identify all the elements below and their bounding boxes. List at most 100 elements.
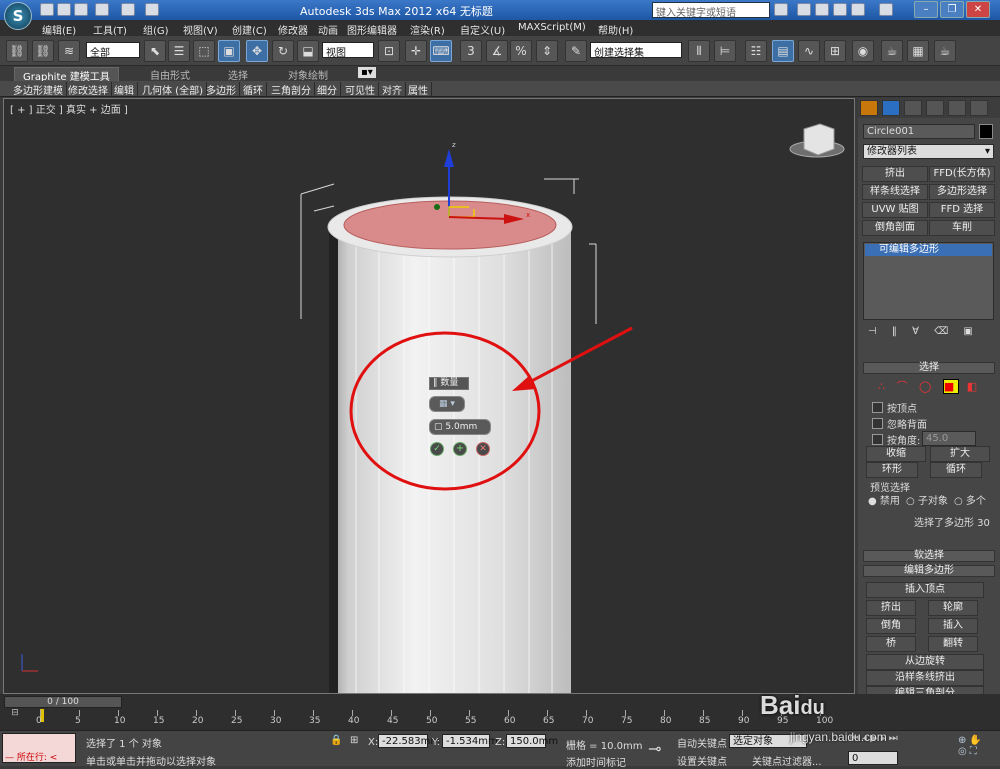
by-vertex-checkbox[interactable]: 按顶点	[872, 400, 917, 415]
add-time-tag[interactable]: 添加时间标记	[566, 754, 626, 769]
snap-toggle-icon[interactable]: 3	[460, 40, 482, 62]
render-setup-icon[interactable]: ☕	[881, 40, 903, 62]
angle-snap-icon[interactable]: ∡	[486, 40, 508, 62]
graphite-toggle-icon[interactable]: ▤	[772, 40, 794, 62]
extrude-modifier-button[interactable]: 挤出	[862, 166, 928, 182]
panel-subdivision[interactable]: 细分	[314, 82, 341, 97]
ring-button[interactable]: 环形	[866, 462, 918, 478]
menu-customize[interactable]: 自定义(U)	[460, 22, 505, 37]
current-frame-field[interactable]: 0	[848, 751, 898, 765]
object-color-swatch[interactable]	[979, 124, 993, 139]
minimize-button[interactable]: –	[914, 1, 938, 18]
modifier-list-dropdown[interactable]: 修改器列表 ▾	[863, 144, 994, 159]
ffd-box-button[interactable]: FFD(长方体)	[929, 166, 995, 182]
absolute-mode-icon[interactable]: ⊞	[350, 735, 358, 746]
create-tab-icon[interactable]	[860, 100, 878, 116]
caddy-type-dropdown[interactable]: ▦ ▾	[429, 396, 465, 412]
link-icon[interactable]: ⛓	[6, 40, 28, 62]
spline-select-button[interactable]: 样条线选择	[862, 184, 928, 200]
cylinder-body[interactable]	[329, 227, 571, 694]
tab-object-paint[interactable]: 对象绘制	[280, 67, 336, 82]
flip-button[interactable]: 翻转	[928, 636, 978, 652]
extrude-button[interactable]: 挤出	[866, 600, 916, 616]
angle-value-field[interactable]: 45.0	[922, 431, 976, 446]
ref-coord-dropdown[interactable]: 视图	[322, 42, 374, 59]
caddy-amount-field[interactable]: ▢ 5.0mm	[429, 419, 491, 435]
menu-tools[interactable]: 工具(T)	[93, 22, 127, 37]
rectangular-selection-icon[interactable]: ⬚	[193, 40, 215, 62]
rotate-icon[interactable]: ↻	[272, 40, 294, 62]
menu-maxscript[interactable]: MAXScript(M)	[518, 22, 586, 33]
new-file-icon[interactable]	[40, 3, 54, 16]
menu-animation[interactable]: 动画	[318, 22, 338, 37]
align-icon[interactable]: ⊨	[714, 40, 736, 62]
maxscript-listener[interactable]: — 所在行: <	[2, 733, 76, 763]
perspective-viewport[interactable]: [ + ] 正交 ] 真实 + 边面 ] z x ‖ 数量 ▦ ▾ ▢ 5.0m…	[3, 98, 855, 694]
x-coordinate-field[interactable]: -22.583mm	[378, 734, 440, 748]
panel-poly-modeling[interactable]: 多边形建模	[10, 82, 67, 97]
caddy-apply-icon[interactable]: +	[453, 442, 467, 456]
quick-access-dropdown-icon[interactable]	[145, 3, 159, 16]
lock-selection-icon[interactable]: 🔒	[330, 735, 342, 746]
star-icon[interactable]	[797, 3, 811, 16]
named-selection-dropdown[interactable]: 创建选择集	[590, 42, 682, 59]
hierarchy-tab-icon[interactable]	[904, 100, 922, 116]
panel-visibility[interactable]: 可见性	[342, 82, 379, 97]
schematic-view-icon[interactable]: ⊞	[824, 40, 846, 62]
pivot-center-icon[interactable]: ⊡	[378, 40, 400, 62]
object-name-field[interactable]: Circle001	[863, 124, 975, 139]
undo-icon[interactable]	[95, 3, 109, 16]
tools-icon[interactable]	[815, 3, 829, 16]
uvw-map-button[interactable]: UVW 贴图	[862, 202, 928, 218]
menu-edit[interactable]: 编辑(E)	[42, 22, 76, 37]
bevel-button[interactable]: 倒角	[866, 618, 916, 634]
help-icon[interactable]	[879, 3, 893, 16]
bevel-profile-button[interactable]: 倒角剖面	[862, 220, 928, 236]
motion-tab-icon[interactable]	[926, 100, 944, 116]
panel-loops[interactable]: 循环	[240, 82, 267, 97]
soft-selection-rollout-header[interactable]: 软选择	[863, 550, 995, 562]
keyboard-shortcut-icon[interactable]: ⌨	[430, 40, 452, 62]
menu-create[interactable]: 创建(C)	[232, 22, 267, 37]
insert-vertex-button[interactable]: 插入顶点	[866, 582, 984, 598]
tab-freeform[interactable]: 自由形式	[142, 67, 198, 82]
menu-graph-editors[interactable]: 图形编辑器	[347, 22, 397, 37]
modify-tab-icon[interactable]	[882, 100, 900, 116]
select-rollout-header[interactable]: 选择	[863, 362, 995, 374]
caddy-cancel-icon[interactable]: ✕	[476, 442, 490, 456]
stack-tools[interactable]: ⊣ ‖ ∀ ⌫ ▣	[868, 326, 994, 338]
menu-modifiers[interactable]: 修改器	[278, 22, 308, 37]
menu-group[interactable]: 组(G)	[143, 22, 169, 37]
ribbon-options-icon[interactable]: ▪▾	[358, 67, 376, 78]
save-file-icon[interactable]	[74, 3, 88, 16]
navigation-controls[interactable]: ⊕✋ ◎⛶	[958, 735, 998, 763]
display-tab-icon[interactable]	[948, 100, 966, 116]
spinner-snap-icon[interactable]: ⇕	[536, 40, 558, 62]
lathe-button[interactable]: 车削	[929, 220, 995, 236]
menu-rendering[interactable]: 渲染(R)	[410, 22, 445, 37]
time-slider[interactable]: 0 / 100	[4, 696, 122, 708]
ignore-backfacing-checkbox[interactable]: 忽略背面	[872, 416, 927, 431]
panel-modify-selection[interactable]: 修改选择	[65, 82, 112, 97]
hinge-from-edge-button[interactable]: 从边旋转	[866, 654, 984, 670]
edit-named-selection-icon[interactable]: ✎	[565, 40, 587, 62]
extrude-along-spline-button[interactable]: 沿样条线挤出	[866, 670, 984, 686]
layer-manager-icon[interactable]: ☷	[745, 40, 767, 62]
outline-button[interactable]: 轮廓	[928, 600, 978, 616]
panel-geometry-all[interactable]: 几何体 (全部)	[139, 82, 207, 97]
preview-subobject-radio[interactable]: ○ 子对象	[906, 492, 948, 507]
people-icon[interactable]	[833, 3, 847, 16]
preview-multi-radio[interactable]: ○ 多个	[954, 492, 986, 507]
select-object-icon[interactable]: ⬉	[144, 40, 166, 62]
edit-polygons-rollout-header[interactable]: 编辑多边形	[863, 565, 995, 577]
render-teapot-icon[interactable]: ☕	[934, 40, 956, 62]
poly-select-button[interactable]: 多边形选择	[929, 184, 995, 200]
preview-disabled-radio[interactable]: ● 禁用	[868, 492, 900, 507]
mini-curve-editor-icon[interactable]: ⊟	[0, 708, 30, 728]
binoculars-icon[interactable]	[774, 3, 788, 16]
menu-views[interactable]: 视图(V)	[183, 22, 218, 37]
close-button[interactable]: ✕	[966, 1, 990, 18]
inset-button[interactable]: 插入	[928, 618, 978, 634]
restore-button[interactable]: ❐	[940, 1, 964, 18]
loop-button[interactable]: 循环	[930, 462, 982, 478]
